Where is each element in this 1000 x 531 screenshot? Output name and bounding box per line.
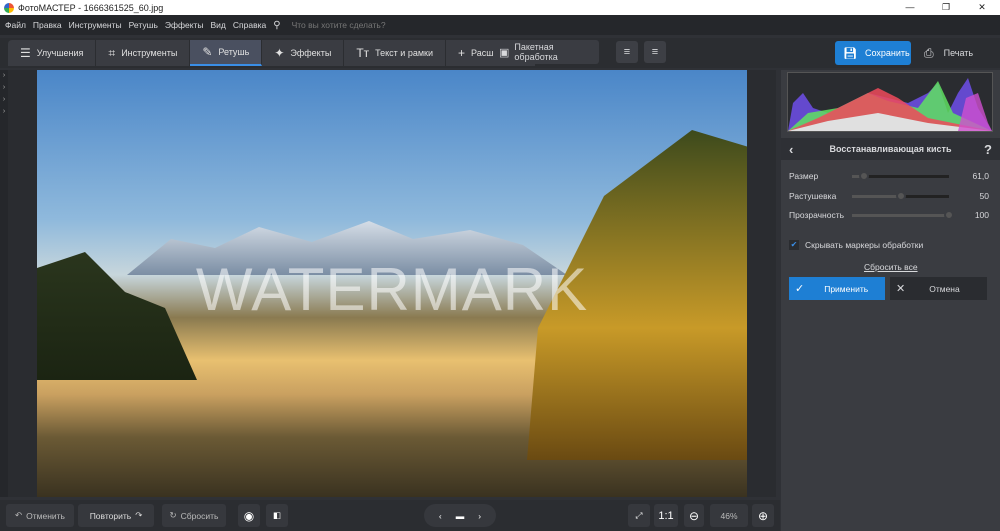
check-icon: ✓ <box>795 283 805 295</box>
redo-icon: ↷ <box>135 510 143 520</box>
panel-header: ‹ Восстанавливающая кисть ? <box>781 138 1000 160</box>
compare-icon[interactable]: ◧ <box>266 504 288 527</box>
photo: WATERMARK <box>37 70 747 497</box>
right-panel: ‹ Восстанавливающая кисть ? Размер 61,0 … <box>781 70 1000 531</box>
toolbar: ☰ Улучшения ⌗ Инструменты ✎ Ретушь ✦ Эффекты… <box>0 38 1000 68</box>
feather-slider[interactable] <box>852 190 949 201</box>
bottom-bar: ↶ Отменить Повторить ↷ ↻ Сбросить ◉ ◧ ‹ ▬ › ⤢… <box>0 500 780 531</box>
maximize-button[interactable]: ❐ <box>928 0 964 15</box>
actual-size-button[interactable]: 1:1 <box>654 504 678 527</box>
left-collapse-strip[interactable]: › › › › <box>0 70 8 497</box>
batch-processing-button[interactable]: ▣ Пакетная обработка <box>493 40 599 64</box>
magic-wand-icon: ✦ <box>274 46 285 60</box>
hide-markers-checkbox[interactable]: ✔ Скрывать маркеры обработки <box>789 240 923 250</box>
brush-icon: ✎ <box>202 45 213 59</box>
cancel-button[interactable]: ✕ Отмена <box>890 277 987 300</box>
title-bar: ФотоМАСТЕР - 1666361525_60.jpg — ❐ ✕ <box>0 0 1000 15</box>
size-slider-row: Размер 61,0 <box>789 169 989 183</box>
hide-markers-label: Скрывать маркеры обработки <box>805 240 924 250</box>
menu-tools[interactable]: Инструменты <box>69 20 122 30</box>
save-label: Сохранить <box>864 48 910 58</box>
apply-label: Применить <box>824 283 869 294</box>
undo-label: Отменить <box>26 510 65 521</box>
checkmark-icon: ✔ <box>789 240 799 250</box>
app-logo-icon <box>4 2 14 13</box>
tab-label: Ретушь <box>218 47 250 57</box>
eye-icon[interactable]: ◉ <box>238 504 260 527</box>
crop-icon: ⌗ <box>108 45 116 60</box>
cancel-label: Отмена <box>929 283 960 294</box>
image-canvas[interactable]: WATERMARK <box>8 70 776 497</box>
redo-label: Повторить <box>89 510 132 521</box>
size-value[interactable]: 61,0 <box>959 171 989 181</box>
menu-edit[interactable]: Правка <box>33 20 62 30</box>
printer-icon: ⎙ <box>924 45 934 60</box>
menu-effects[interactable]: Эффекты <box>165 20 204 30</box>
tab-effects[interactable]: ✦ Эффекты <box>262 40 345 66</box>
reset-all-link[interactable]: Сбросить все <box>864 262 918 272</box>
save-button[interactable]: 💾︎ Сохранить <box>835 41 911 65</box>
close-button[interactable]: ✕ <box>964 0 1000 15</box>
reset-label: Сбросить <box>180 510 219 521</box>
print-label: Печать <box>943 48 974 58</box>
tab-enhance[interactable]: ☰ Улучшения <box>8 40 97 66</box>
text-icon: Tт <box>356 46 370 60</box>
feather-label: Растушевка <box>789 191 837 201</box>
back-icon[interactable]: ‹ <box>789 142 793 157</box>
tab-label: Эффекты <box>290 48 332 58</box>
floppy-icon: 💾︎ <box>843 47 857 60</box>
undo-icon: ↶ <box>15 510 23 520</box>
prev-icon[interactable]: ‹ <box>439 511 442 521</box>
file-navigator: ‹ ▬ › <box>424 504 496 527</box>
menu-bar: Файл Правка Инструменты Ретушь Эффекты В… <box>0 15 1000 35</box>
tab-text-frames[interactable]: Tт Текст и рамки <box>344 40 446 66</box>
feather-slider-row: Растушевка 50 <box>789 189 989 203</box>
watermark-text: WATERMARK <box>195 256 589 323</box>
close-icon: ✕ <box>896 283 906 295</box>
opacity-slider[interactable] <box>852 209 954 220</box>
undo-button[interactable]: ↶ Отменить <box>6 504 74 527</box>
batch-label: Пакетная обработка <box>514 42 558 62</box>
minimize-button[interactable]: — <box>892 0 928 15</box>
search-icon: ⚲ <box>273 19 281 31</box>
feather-value[interactable]: 50 <box>959 191 989 201</box>
reset-button[interactable]: ↻ Сбросить <box>162 504 226 527</box>
image-stack-icon: ▣ <box>499 46 510 59</box>
next-icon[interactable]: › <box>478 511 481 521</box>
opacity-slider-row: Прозрачность 100 <box>789 208 989 222</box>
tab-tools[interactable]: ⌗ Инструменты <box>96 40 191 66</box>
folder-icon[interactable]: ▬ <box>456 511 465 521</box>
menu-file[interactable]: Файл <box>5 20 26 30</box>
fit-screen-icon[interactable]: ⤢ <box>628 504 650 527</box>
opacity-label: Прозрачность <box>789 210 845 220</box>
menu-help[interactable]: Справка <box>233 20 266 30</box>
sliders-icon: ☰ <box>20 46 31 60</box>
tab-label: Улучшения <box>36 48 84 58</box>
reset-icon: ↻ <box>169 510 177 520</box>
panel-title: Восстанавливающая кисть <box>829 144 952 154</box>
plus-icon: + <box>458 46 466 60</box>
zoom-level[interactable]: 46% <box>710 504 748 527</box>
help-icon[interactable]: ? <box>984 142 992 157</box>
window-title: ФотоМАСТЕР - 1666361525_60.jpg <box>18 2 164 13</box>
histogram <box>787 72 993 132</box>
apply-button[interactable]: ✓ Применить <box>789 277 885 300</box>
opacity-value[interactable]: 100 <box>959 210 989 220</box>
add-list-icon[interactable]: ≡ <box>616 41 638 63</box>
tab-label: Инструменты <box>121 48 178 58</box>
search-input[interactable]: Что вы хотите сделать? <box>292 20 386 30</box>
menu-view[interactable]: Вид <box>211 20 226 30</box>
print-button[interactable]: ⎙ Печать <box>918 41 988 65</box>
menu-retouch[interactable]: Ретушь <box>129 20 158 30</box>
zoom-out-icon[interactable]: ⊖ <box>684 504 704 527</box>
size-label: Размер <box>789 171 819 181</box>
download-list-icon[interactable]: ≡ <box>644 41 666 63</box>
tab-retouch[interactable]: ✎ Ретушь <box>190 40 263 66</box>
redo-button[interactable]: Повторить ↷ <box>78 504 154 527</box>
zoom-in-icon[interactable]: ⊕ <box>752 504 774 527</box>
size-slider[interactable] <box>852 170 949 181</box>
tab-label: Текст и рамки <box>375 48 433 58</box>
